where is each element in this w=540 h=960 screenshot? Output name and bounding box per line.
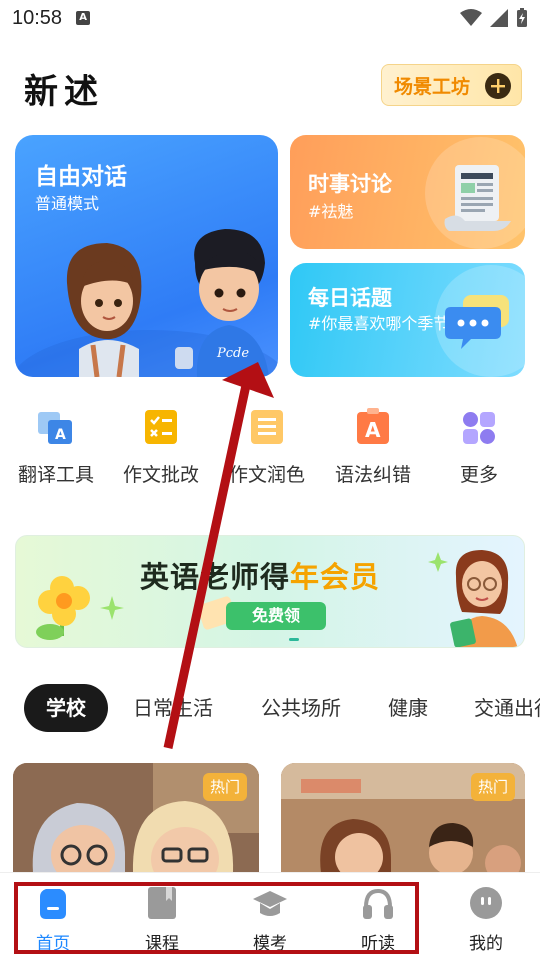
status-bar: 10:58 A	[0, 0, 540, 36]
tab-daily-life[interactable]: 日常生活	[133, 684, 213, 732]
tab-health[interactable]: 健康	[388, 684, 428, 732]
tool-label: 更多	[459, 464, 498, 486]
battery-icon	[517, 8, 527, 27]
svg-text:A: A	[365, 418, 381, 442]
svg-text:Pcde: Pcde	[216, 346, 249, 361]
essay-check-icon	[145, 410, 177, 444]
banner-title: 英语老师得年会员	[140, 554, 380, 596]
scene-workshop-label: 场景工坊	[394, 75, 471, 98]
translate-icon: A	[38, 412, 72, 444]
news-discussion-subtitle: #祛魅	[308, 202, 354, 221]
scene-card[interactable]: 热门	[281, 763, 525, 873]
newspaper-icon	[425, 137, 525, 249]
notification-icon: A	[76, 11, 91, 25]
tool-essay-polish[interactable]: 作文润色	[217, 404, 317, 494]
tool-label: 作文批改	[122, 464, 199, 486]
tab-public-places[interactable]: 公共场所	[261, 684, 341, 732]
profile-icon	[470, 887, 502, 919]
app-title: 新述	[24, 72, 104, 112]
essay-polish-icon	[251, 410, 283, 444]
flower-illustration	[36, 576, 124, 640]
app-screen: 10:58 A 新述 场景工坊 自由对话 普通模式 Pcde 时事讨论 #祛魅 …	[0, 0, 540, 960]
promo-banner[interactable]: 英语老师得年会员	[15, 535, 525, 648]
tool-translate[interactable]: A 翻译工具	[6, 404, 106, 494]
tab-transportation[interactable]: 交通出行	[474, 684, 540, 732]
tool-label: 翻译工具	[17, 464, 94, 486]
tool-label: 语法纠错	[334, 464, 411, 486]
daily-topic-card[interactable]: 每日话题 #你最喜欢哪个季节	[290, 263, 525, 377]
teacher-illustration	[428, 550, 518, 647]
tool-more[interactable]: 更多	[429, 404, 529, 494]
grammar-icon: A	[357, 408, 389, 444]
kids-illustration: Pcde	[15, 229, 278, 377]
free-talk-card[interactable]: 自由对话 普通模式 Pcde	[15, 135, 278, 377]
svg-text:A: A	[55, 427, 66, 443]
nav-label: 我的	[469, 934, 503, 954]
status-indicators	[460, 8, 528, 28]
news-discussion-card[interactable]: 时事讨论 #祛魅	[290, 135, 525, 249]
chat-bubble-icon	[435, 265, 525, 377]
more-icon	[463, 412, 495, 444]
banner-title-prefix: 英语老师得	[140, 560, 291, 594]
free-claim-button[interactable]: 免费领	[226, 602, 326, 630]
tool-label: 作文润色	[228, 464, 305, 486]
banner-page-indicator	[289, 638, 299, 641]
hot-badge: 热门	[471, 773, 515, 801]
scene-category-tabs: 学校 日常生活 公共场所 健康 交通出行	[0, 684, 540, 732]
signal-icon	[490, 9, 508, 27]
plus-icon	[485, 73, 511, 99]
news-discussion-title: 时事讨论	[308, 172, 392, 196]
daily-topic-title: 每日话题	[308, 286, 392, 310]
banner-title-highlight: 年会员	[290, 560, 381, 594]
scene-card[interactable]: 热门	[13, 763, 259, 873]
status-time: 10:58	[12, 6, 63, 29]
hot-badge: 热门	[203, 773, 247, 801]
scene-workshop-button[interactable]: 场景工坊	[381, 64, 522, 106]
nav-profile[interactable]: 我的	[441, 873, 531, 960]
tools-row: A 翻译工具 作文批改 作文润色 A 语法纠错 更多	[0, 404, 540, 494]
annotation-highlight-box	[14, 882, 419, 954]
wifi-icon	[460, 9, 482, 26]
tool-grammar[interactable]: A 语法纠错	[323, 404, 423, 494]
tab-school[interactable]: 学校	[24, 684, 108, 732]
tool-essay-check[interactable]: 作文批改	[111, 404, 211, 494]
